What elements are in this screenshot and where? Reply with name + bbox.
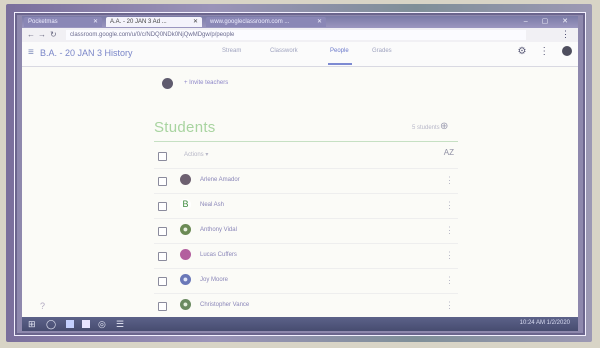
student-avatar (180, 249, 191, 260)
student-name[interactable]: Neal Ash (200, 202, 224, 208)
tab-classwork[interactable]: Classwork (270, 48, 298, 54)
browser-tab-2[interactable]: A.A. - 20 JAN 3 Ad ... ✕ (106, 17, 202, 27)
student-name[interactable]: Joy Moore (200, 277, 228, 283)
student-name[interactable]: Christopher Vance (200, 302, 249, 308)
section-divider (154, 141, 458, 142)
forward-arrow-icon[interactable]: → (38, 30, 46, 39)
browser-tab-3-label: www.googleclassroom.com ... (210, 19, 290, 25)
student-row[interactable]: ● Christopher Vance ⋮ (154, 293, 458, 318)
more-vert-icon[interactable]: ⋮ (445, 200, 454, 211)
close-icon[interactable]: ✕ (317, 17, 322, 27)
student-checkbox[interactable] (158, 277, 167, 286)
students-heading: Students (154, 119, 216, 136)
student-checkbox[interactable] (158, 227, 167, 236)
address-bar-row: ← → ↻ classroom.google.com/u/0/c/NDQ0NDk… (22, 28, 578, 43)
student-avatar: ● (180, 299, 191, 310)
active-tab-indicator (328, 63, 352, 65)
more-vert-icon[interactable]: ⋮ (445, 225, 454, 236)
reload-icon[interactable]: ↻ (50, 30, 57, 39)
browser-window: Pocketmas ✕ A.A. - 20 JAN 3 Ad ... ✕ www… (22, 16, 578, 331)
tab-grades[interactable]: Grades (372, 48, 392, 54)
student-avatar: ● (180, 224, 191, 235)
student-count: 5 students (412, 125, 440, 131)
select-all-checkbox[interactable] (158, 152, 167, 161)
hamburger-menu-icon[interactable]: ≡ (28, 47, 34, 58)
close-icon[interactable]: ✕ (193, 17, 198, 27)
url-field[interactable]: classroom.google.com/u/0/c/NDQ0NDk0NjQwM… (66, 30, 526, 40)
more-vert-icon[interactable]: ⋮ (445, 175, 454, 186)
account-avatar[interactable] (562, 46, 572, 57)
actions-dropdown[interactable]: Actions ▾ (184, 151, 208, 158)
windows-taskbar: ⊞ ◯ ◎ ☰ 10:24 AM 1/2/2020 (22, 317, 578, 331)
store-icon[interactable] (82, 320, 90, 328)
back-arrow-icon[interactable]: ← (27, 30, 35, 39)
teacher-avatar (162, 78, 173, 89)
student-checkbox[interactable] (158, 252, 167, 261)
window-controls[interactable]: – ▢ ✕ (524, 17, 574, 25)
browser-tab-1[interactable]: Pocketmas ✕ (24, 17, 102, 27)
app-icon[interactable]: ☰ (116, 319, 124, 330)
apps-icon[interactable]: ⚙ (517, 46, 526, 57)
student-row[interactable]: B Neal Ash ⋮ (154, 193, 458, 218)
start-icon[interactable]: ⊞ (28, 319, 36, 330)
student-name[interactable]: Lucas Cuffers (200, 252, 237, 258)
student-avatar (180, 174, 191, 185)
student-avatar: B (180, 199, 191, 210)
student-row[interactable]: Lucas Cuffers ⋮ (154, 243, 458, 268)
student-row[interactable]: ● Joy Moore ⋮ (154, 268, 458, 293)
sort-icon[interactable]: AZ (444, 148, 454, 157)
course-title[interactable]: B.A. - 20 JAN 3 History (40, 48, 133, 58)
student-checkbox[interactable] (158, 202, 167, 211)
system-clock: 10:24 AM 1/2/2020 (519, 320, 570, 326)
student-list: Arlene Amador ⋮ B Neal Ash ⋮ ● Anthony V… (154, 168, 458, 318)
file-explorer-icon[interactable] (66, 320, 74, 328)
students-actions-row: Actions ▾ AZ (154, 148, 458, 166)
student-avatar: ● (180, 274, 191, 285)
close-icon[interactable]: ✕ (93, 17, 98, 27)
invite-teachers-link[interactable]: + Invite teachers (184, 80, 228, 86)
student-row[interactable]: ● Anthony Vidal ⋮ (154, 218, 458, 243)
student-checkbox[interactable] (158, 302, 167, 311)
browser-tab-3[interactable]: www.googleclassroom.com ... ✕ (206, 17, 326, 27)
more-vert-icon[interactable]: ⋮ (445, 275, 454, 286)
student-name[interactable]: Arlene Amador (200, 177, 240, 183)
more-vert-icon[interactable]: ⋮ (445, 250, 454, 261)
header-actions: ⚙ ⋮ (507, 46, 572, 57)
tab-strip: Pocketmas ✕ A.A. - 20 JAN 3 Ad ... ✕ www… (22, 16, 578, 28)
tab-stream[interactable]: Stream (222, 48, 241, 54)
settings-icon[interactable]: ⋮ (539, 46, 549, 57)
browser-tab-1-label: Pocketmas (28, 19, 58, 25)
tab-people[interactable]: People (330, 48, 349, 54)
more-vert-icon[interactable]: ⋮ (445, 300, 454, 311)
browser-tab-2-label: A.A. - 20 JAN 3 Ad ... (110, 19, 167, 25)
chrome-icon[interactable]: ◎ (98, 319, 106, 330)
student-row[interactable]: Arlene Amador ⋮ (154, 168, 458, 193)
classroom-header: ≡ B.A. - 20 JAN 3 History Stream Classwo… (22, 42, 578, 67)
student-checkbox[interactable] (158, 177, 167, 186)
student-name[interactable]: Anthony Vidal (200, 227, 237, 233)
add-student-icon[interactable]: ⊕ (440, 121, 448, 132)
help-icon[interactable]: ? (40, 301, 45, 311)
search-icon[interactable]: ◯ (46, 319, 56, 330)
browser-menu-icon[interactable]: ⋮ (561, 29, 570, 40)
